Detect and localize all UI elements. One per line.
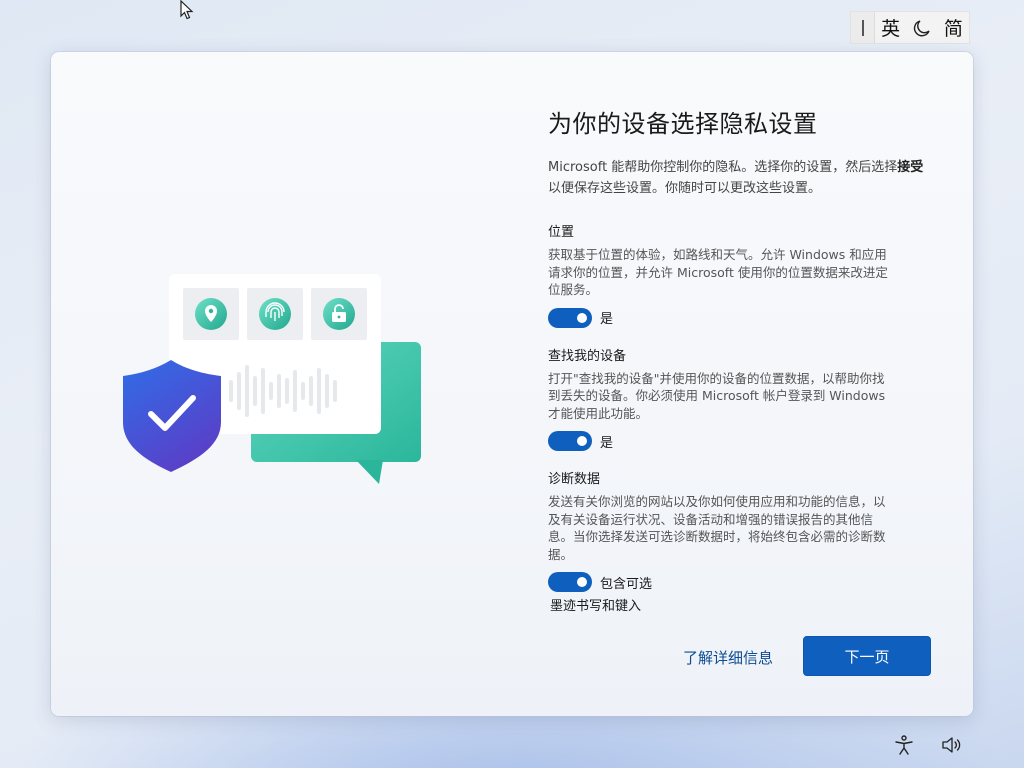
setting-find-my-device: 查找我的设备 打开"查找我的设备"并使用你的设备的位置数据，以帮助你找到丢失的设… <box>548 345 928 451</box>
next-button[interactable]: 下一页 <box>803 636 931 676</box>
intro-text: Microsoft 能帮助你控制你的隐私。选择你的设置，然后选择接受以便保存这些… <box>548 160 924 196</box>
fingerprint-icon <box>259 298 291 330</box>
ime-charset-toggle[interactable]: 简 <box>938 14 969 41</box>
grip-icon[interactable] <box>851 12 875 43</box>
volume-icon[interactable] <box>940 734 962 756</box>
shield-check-icon <box>123 360 221 472</box>
learn-more-link[interactable]: 了解详细信息 <box>683 647 773 668</box>
accessibility-icon[interactable] <box>893 734 915 756</box>
setting-description: 打开"查找我的设备"并使用你的设备的位置数据，以帮助你找到丢失的设备。你必须使用… <box>548 370 886 421</box>
setting-heading: 位置 <box>548 225 575 240</box>
toggle-state-label: 是 <box>600 312 614 327</box>
toggle-state-label: 包含可选 <box>600 576 653 592</box>
location-pin-icon <box>195 298 227 330</box>
diagnostic-data-toggle[interactable] <box>548 572 592 592</box>
page-title: 为你的设备选择隐私设置 <box>548 110 818 138</box>
setting-diagnostic-data: 诊断数据 发送有关你浏览的网站以及你如何使用应用和功能的信息，以及有关设备运行状… <box>548 468 928 592</box>
mouse-pointer-icon <box>180 0 194 20</box>
moon-icon <box>913 20 930 37</box>
location-toggle[interactable] <box>548 307 592 328</box>
intro-bold-accept: 接受 <box>897 160 924 175</box>
setting-description: 获取基于位置的体验，如路线和天气。允许 Windows 和应用请求你的位置，并允… <box>548 247 888 297</box>
ime-width-toggle[interactable] <box>906 17 937 39</box>
setting-description: 发送有关你浏览的网站以及你如何使用应用和功能的信息，以及有关设备运行状况、设备活… <box>548 494 886 562</box>
unlock-icon <box>323 298 355 330</box>
setting-heading: 查找我的设备 <box>548 348 627 364</box>
find-my-device-toggle[interactable] <box>548 431 592 451</box>
setting-heading: 诊断数据 <box>548 472 601 487</box>
ime-mode-toggle[interactable]: 英 <box>875 14 906 41</box>
privacy-illustration <box>123 274 421 484</box>
setting-location: 位置 获取基于位置的体验，如路线和天气。允许 Windows 和应用请求你的位置… <box>548 221 928 328</box>
toggle-state-label: 是 <box>600 435 614 451</box>
ime-toolbar: 英 简 <box>850 11 970 44</box>
oobe-dialog: 为你的设备选择隐私设置 Microsoft 能帮助你控制你的隐私。选择你的设置，… <box>51 52 973 716</box>
privacy-settings-panel: 为你的设备选择隐私设置 Microsoft 能帮助你控制你的隐私。选择你的设置，… <box>548 104 928 592</box>
setting-inking-typing-heading: 墨迹书写和键入 <box>550 599 642 614</box>
